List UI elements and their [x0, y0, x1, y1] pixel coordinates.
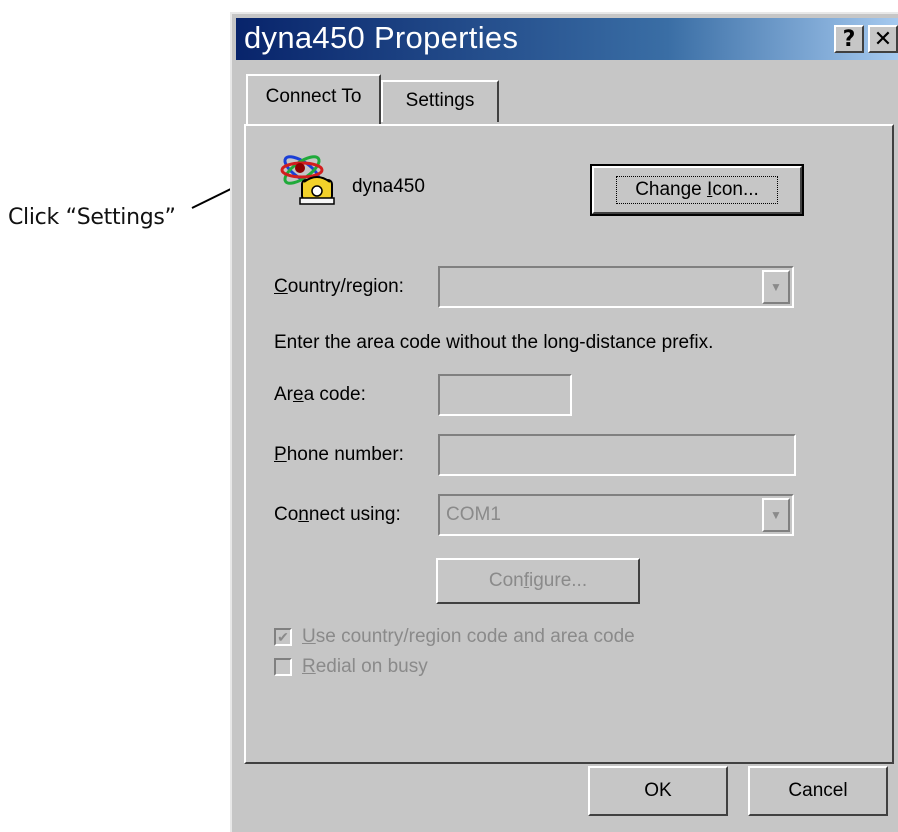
help-icon: ? [842, 26, 856, 52]
close-icon: ✕ [873, 26, 893, 52]
title-bar[interactable]: dyna450 Properties ? ✕ [236, 18, 898, 60]
cancel-button[interactable]: Cancel [748, 766, 888, 816]
phone-number-input[interactable] [438, 434, 796, 476]
tab-settings[interactable]: Settings [381, 80, 499, 122]
callout-label: Click “Settings” [8, 205, 176, 230]
configure-button[interactable]: Configure... [436, 558, 640, 604]
area-code-label: Area code: [274, 384, 366, 405]
tab-settings-label: Settings [405, 90, 475, 111]
help-button[interactable]: ? [834, 25, 864, 53]
redial-on-busy-label: Redial on busy [302, 656, 428, 677]
ok-button-label: OK [644, 780, 672, 801]
connect-to-panel: dyna450 Change Icon... Country/region: ▼… [244, 124, 894, 764]
use-country-code-checkbox-row[interactable]: ✔ Use country/region code and area code [274, 626, 635, 648]
area-code-input[interactable] [438, 374, 572, 416]
cancel-button-label: Cancel [788, 780, 848, 801]
connection-name: dyna450 [352, 176, 425, 197]
close-button[interactable]: ✕ [868, 25, 898, 53]
tab-connect-to-label: Connect To [265, 86, 362, 107]
chevron-down-icon[interactable]: ▼ [762, 270, 790, 304]
area-code-instructions: Enter the area code without the long-dis… [274, 332, 714, 353]
connection-icon [276, 146, 338, 208]
redial-on-busy-checkbox[interactable] [274, 658, 292, 676]
tab-connect-to[interactable]: Connect To [246, 74, 381, 124]
connect-using-label: Connect using: [274, 504, 401, 525]
chevron-down-icon[interactable]: ▼ [762, 498, 790, 532]
use-country-code-label: Use country/region code and area code [302, 626, 635, 647]
change-icon-button-label: Change Icon... [616, 176, 778, 204]
redial-on-busy-checkbox-row[interactable]: Redial on busy [274, 656, 428, 678]
configure-button-label: Configure... [488, 570, 588, 591]
country-region-label: Country/region: [274, 276, 404, 297]
use-country-code-checkbox[interactable]: ✔ [274, 628, 292, 646]
properties-dialog: dyna450 Properties ? ✕ Connect To Settin… [230, 12, 898, 832]
ok-button[interactable]: OK [588, 766, 728, 816]
window-title: dyna450 Properties [244, 20, 519, 55]
change-icon-button[interactable]: Change Icon... [590, 164, 804, 216]
phone-number-label: Phone number: [274, 444, 404, 465]
country-region-select[interactable]: ▼ [438, 266, 794, 308]
connect-using-select[interactable]: COM1 ▼ [438, 494, 794, 536]
connect-using-value: COM1 [446, 504, 501, 525]
